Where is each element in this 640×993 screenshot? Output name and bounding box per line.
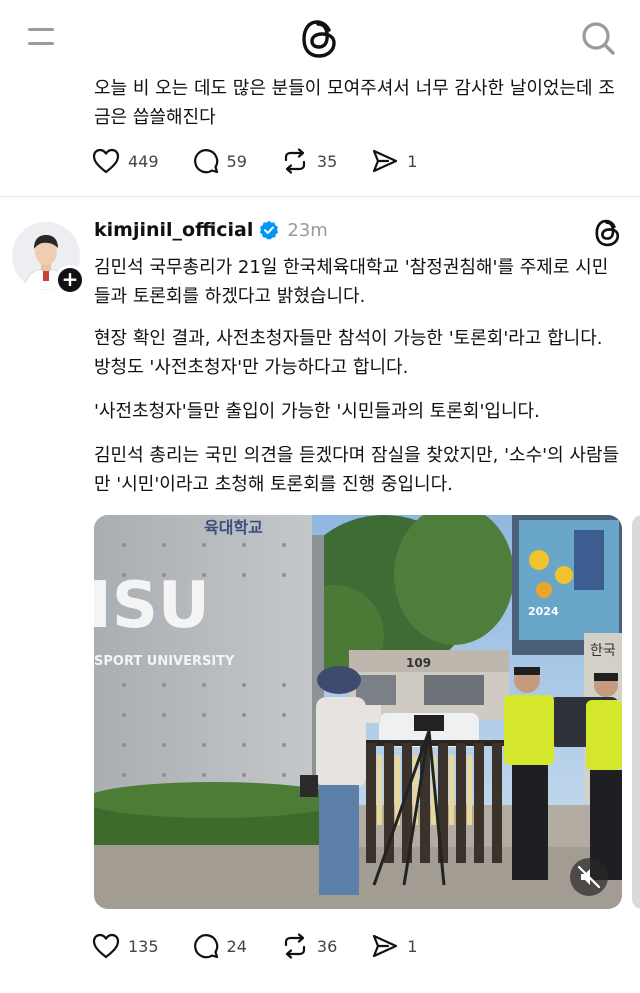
repost-button[interactable]: 36 xyxy=(281,933,337,959)
repost-count: 35 xyxy=(316,151,338,171)
post-actions: 449 59 35 1 xyxy=(92,146,451,176)
reply-count: 59 xyxy=(226,151,247,171)
banner-year: 2024 xyxy=(528,605,559,618)
share-count: 1 xyxy=(407,151,418,171)
share-button[interactable]: 1 xyxy=(371,933,417,959)
send-icon xyxy=(373,149,398,173)
post-time: 23m xyxy=(287,219,328,241)
repost-icon xyxy=(284,148,306,174)
speaker-muted-icon xyxy=(577,865,601,889)
share-button[interactable]: 1 xyxy=(371,148,417,174)
repost-button[interactable]: 35 xyxy=(281,148,337,174)
wall-subtitle: SPORT UNIVERSITY xyxy=(94,654,235,669)
post-paragraph: 김민석 총리는 국민 의견을 듣겠다며 잠실을 찾았지만, '소수'의 사람들만… xyxy=(94,445,620,495)
post-header: kimjinil_official 23m xyxy=(94,216,328,244)
repost-icon xyxy=(284,933,306,959)
post-actions: 135 24 36 1 xyxy=(92,931,451,961)
wall-banner-text: 육대학교 xyxy=(204,518,263,537)
post-divider xyxy=(0,196,640,197)
reply-button[interactable]: 24 xyxy=(193,933,247,959)
post-image[interactable]: 2024 한국 109 육대학교 ISU SPORT UNIVERSITY xyxy=(94,515,622,909)
comment-icon xyxy=(193,149,218,174)
hamburger-icon[interactable] xyxy=(28,28,54,48)
reply-button[interactable]: 59 xyxy=(193,148,247,174)
like-button[interactable]: 449 xyxy=(92,148,159,174)
sign-right: 한국 xyxy=(590,643,616,659)
reply-count: 24 xyxy=(226,936,247,956)
like-count: 135 xyxy=(128,936,159,956)
building-number: 109 xyxy=(406,656,431,670)
verified-badge-icon xyxy=(260,220,279,240)
username-link[interactable]: kimjinil_official xyxy=(94,219,253,241)
top-bar xyxy=(0,0,640,70)
share-count: 1 xyxy=(407,936,418,956)
like-button[interactable]: 135 xyxy=(92,933,159,959)
post-paragraph: 김민석 국무총리가 21일 한국체육대학교 '참정권침해'를 주제로 시민들과 … xyxy=(94,257,609,307)
threads-logo-icon[interactable] xyxy=(594,218,622,248)
post-paragraph: 현장 확인 결과, 사전초청자들만 참석이 가능한 '토론회'라고 합니다. 방… xyxy=(94,328,603,378)
repost-count: 36 xyxy=(316,936,338,956)
post-paragraph: '사전초청자'들만 출입이 가능한 '시민들과의 토론회'입니다. xyxy=(94,401,540,422)
like-count: 449 xyxy=(128,151,159,171)
threads-logo-icon[interactable] xyxy=(300,18,340,60)
wall-letters: ISU xyxy=(94,569,210,643)
heart-icon xyxy=(92,933,120,959)
send-icon xyxy=(373,934,398,958)
mute-button[interactable] xyxy=(570,858,608,896)
follow-plus-button[interactable]: + xyxy=(55,265,85,295)
campus-photo: 2024 한국 109 육대학교 ISU SPORT UNIVERSITY xyxy=(94,515,622,909)
next-image-peek[interactable] xyxy=(632,515,640,909)
search-icon[interactable] xyxy=(580,20,616,56)
heart-icon xyxy=(92,148,120,174)
post-text: 오늘 비 오는 데도 많은 분들이 모여주셔서 너무 감사한 날이었는데 조금은… xyxy=(94,78,615,128)
comment-icon xyxy=(193,934,218,959)
